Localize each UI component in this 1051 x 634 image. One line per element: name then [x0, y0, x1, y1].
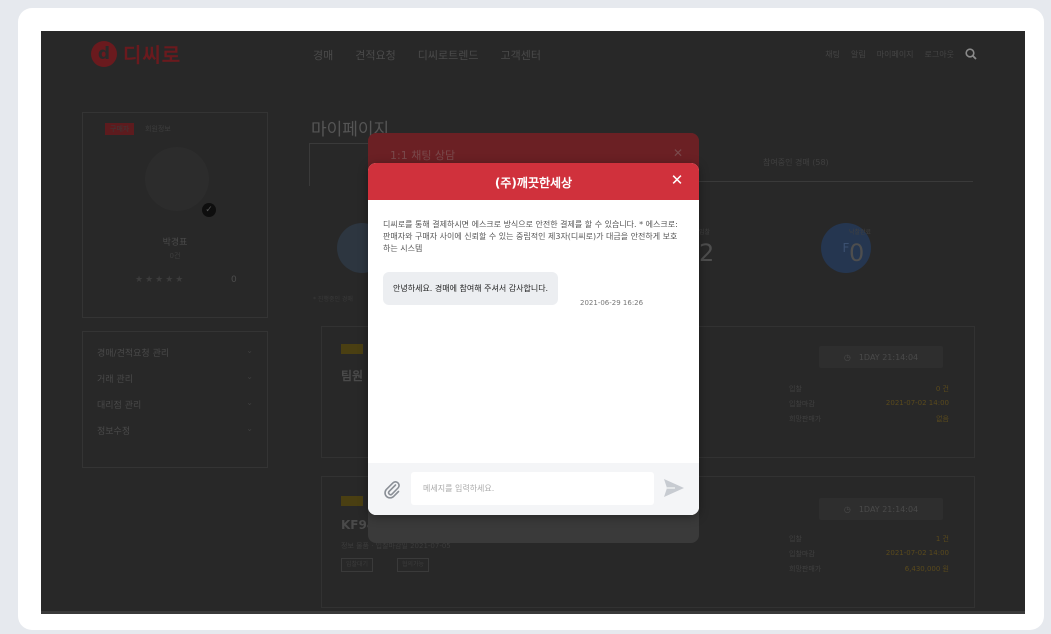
status-chip: 협의가능 [397, 558, 430, 572]
info-row: 희망판매가 6,430,000 원 [789, 564, 949, 574]
info-value: 0 건 [935, 385, 949, 393]
info-key: 희망판매가 [789, 565, 822, 573]
chevron-down-icon: ⌄ [246, 398, 253, 407]
info-row: 입찰 0 건 [789, 384, 949, 394]
logo-text: 디씨로 [123, 43, 182, 67]
chevron-down-icon: ⌄ [246, 372, 253, 381]
list-note: * 진행중인 경매 [313, 296, 353, 303]
info-key: 입찰 [789, 535, 802, 543]
tab-active[interactable] [309, 143, 371, 186]
product-title[interactable]: 팀원 [341, 367, 363, 384]
sidebar-item-agency-manage[interactable]: 대리점 관리 [97, 398, 141, 411]
chat-message-bubble: 안녕하세요. 경매에 참여해 주셔서 감사합니다. [383, 272, 559, 305]
sidebar-menu: 경매/견적요청 관리 ⌄ 거래 관리 ⌄ 대리점 관리 ⌄ 정보수정 ⌄ [82, 331, 268, 468]
info-key: 입찰 [789, 385, 802, 393]
user-name: 박경표 [162, 238, 188, 248]
info-row: 희망판매가 없음 [789, 414, 949, 424]
stat-value-bid: 2 [699, 239, 715, 267]
info-key: 입찰마감 [789, 400, 815, 408]
info-value: 2021-07-02 14:00 [885, 549, 949, 557]
nav-item-support[interactable]: 고객센터 [500, 47, 540, 63]
profile-card: 구매자 회원정보 ✓ 박경표 0건 ★★★★★ 0 [82, 112, 268, 318]
info-value: 없음 [936, 415, 949, 423]
chat-title: (주)깨끗한세상 [494, 176, 573, 190]
close-icon: ✕ [672, 146, 683, 160]
avatar [145, 147, 209, 211]
logo[interactable]: d 디씨로 [91, 39, 181, 68]
chat-header: (주)깨끗한세상 ✕ [368, 163, 699, 200]
rating-stars: ★★★★★ [135, 275, 186, 285]
tab-underline [695, 181, 973, 182]
stat-value-won: 0 [849, 239, 865, 267]
info-row: 입찰 1 건 [789, 534, 949, 544]
countdown-timer: ◷ 1DAY 21:14:04 [819, 346, 943, 368]
close-icon[interactable]: ✕ [669, 172, 685, 188]
info-row: 입찰마감 2021-07-02 14:00 [789, 399, 949, 409]
send-icon[interactable] [663, 478, 685, 498]
util-chat[interactable]: 채팅 [825, 49, 840, 60]
util-alerts[interactable]: 알림 [851, 49, 866, 60]
util-nav: 채팅 알림 마이페이지 로그아웃 [825, 48, 977, 60]
role-badge: 구매자 [105, 123, 135, 135]
user-count: 0건 [169, 252, 181, 260]
status-tag [341, 496, 363, 506]
sidebar-item-auction-manage[interactable]: 경매/견적요청 관리 [97, 346, 169, 359]
countdown-value: 1DAY 21:14:04 [858, 352, 919, 362]
screen-bottom-edge [41, 611, 1025, 614]
stat-label-won: 낙찰완료 [849, 229, 872, 236]
info-key: 희망판매가 [789, 415, 822, 423]
tab-participating[interactable]: 참여중인 경매 (58) [763, 157, 829, 168]
chat-message-time: 2021-06-29 16:26 [580, 299, 644, 307]
nav-item-quote[interactable]: 견적요청 [355, 47, 395, 63]
sidebar-item-edit-info[interactable]: 정보수정 [97, 424, 130, 437]
info-key: 입찰마감 [789, 550, 815, 558]
chat-input-bar [368, 463, 699, 515]
info-row: 입찰마감 2021-07-02 14:00 [789, 549, 949, 559]
status-tag [341, 344, 363, 354]
verified-check-icon: ✓ [202, 203, 216, 217]
background-chat-title: 1:1 채팅 상담 [390, 149, 456, 162]
info-value: 1 건 [935, 535, 949, 543]
countdown-value: 1DAY 21:14:04 [858, 504, 919, 514]
escrow-notice: 디씨로를 통해 결제하시면 에스크로 방식으로 안전한 결제를 할 수 있습니다… [383, 220, 678, 253]
info-value: 2021-07-02 14:00 [885, 399, 949, 407]
chevron-down-icon: ⌄ [246, 424, 253, 433]
message-input[interactable] [411, 472, 654, 505]
util-mypage[interactable]: 마이페이지 [877, 49, 914, 60]
logo-mark: d [91, 40, 117, 67]
nav-item-trend[interactable]: 디씨로트렌드 [418, 47, 479, 63]
sidebar-item-trade-manage[interactable]: 거래 관리 [97, 372, 133, 385]
info-value: 6,430,000 원 [904, 565, 949, 573]
countdown-timer: ◷ 1DAY 21:14:04 [819, 498, 943, 520]
clock-icon: ◷ [843, 504, 851, 514]
rating-value: 0 [231, 275, 237, 285]
chevron-down-icon: ⌄ [246, 346, 253, 355]
member-info-link[interactable]: 회원정보 [145, 124, 171, 134]
chat-modal: (주)깨끗한세상 ✕ 디씨로를 통해 결제하시면 에스크로 방식으로 안전한 결… [368, 163, 699, 515]
nav-item-auction[interactable]: 경매 [313, 47, 333, 63]
stat-label-bid: 입찰 [699, 229, 711, 236]
paperclip-icon[interactable] [382, 479, 402, 499]
search-icon[interactable] [965, 48, 977, 60]
clock-icon: ◷ [843, 352, 851, 362]
util-logout[interactable]: 로그아웃 [925, 49, 954, 60]
status-chip: 입찰대기 [341, 558, 374, 572]
main-nav: 경매 견적요청 디씨로트렌드 고객센터 [313, 47, 541, 63]
